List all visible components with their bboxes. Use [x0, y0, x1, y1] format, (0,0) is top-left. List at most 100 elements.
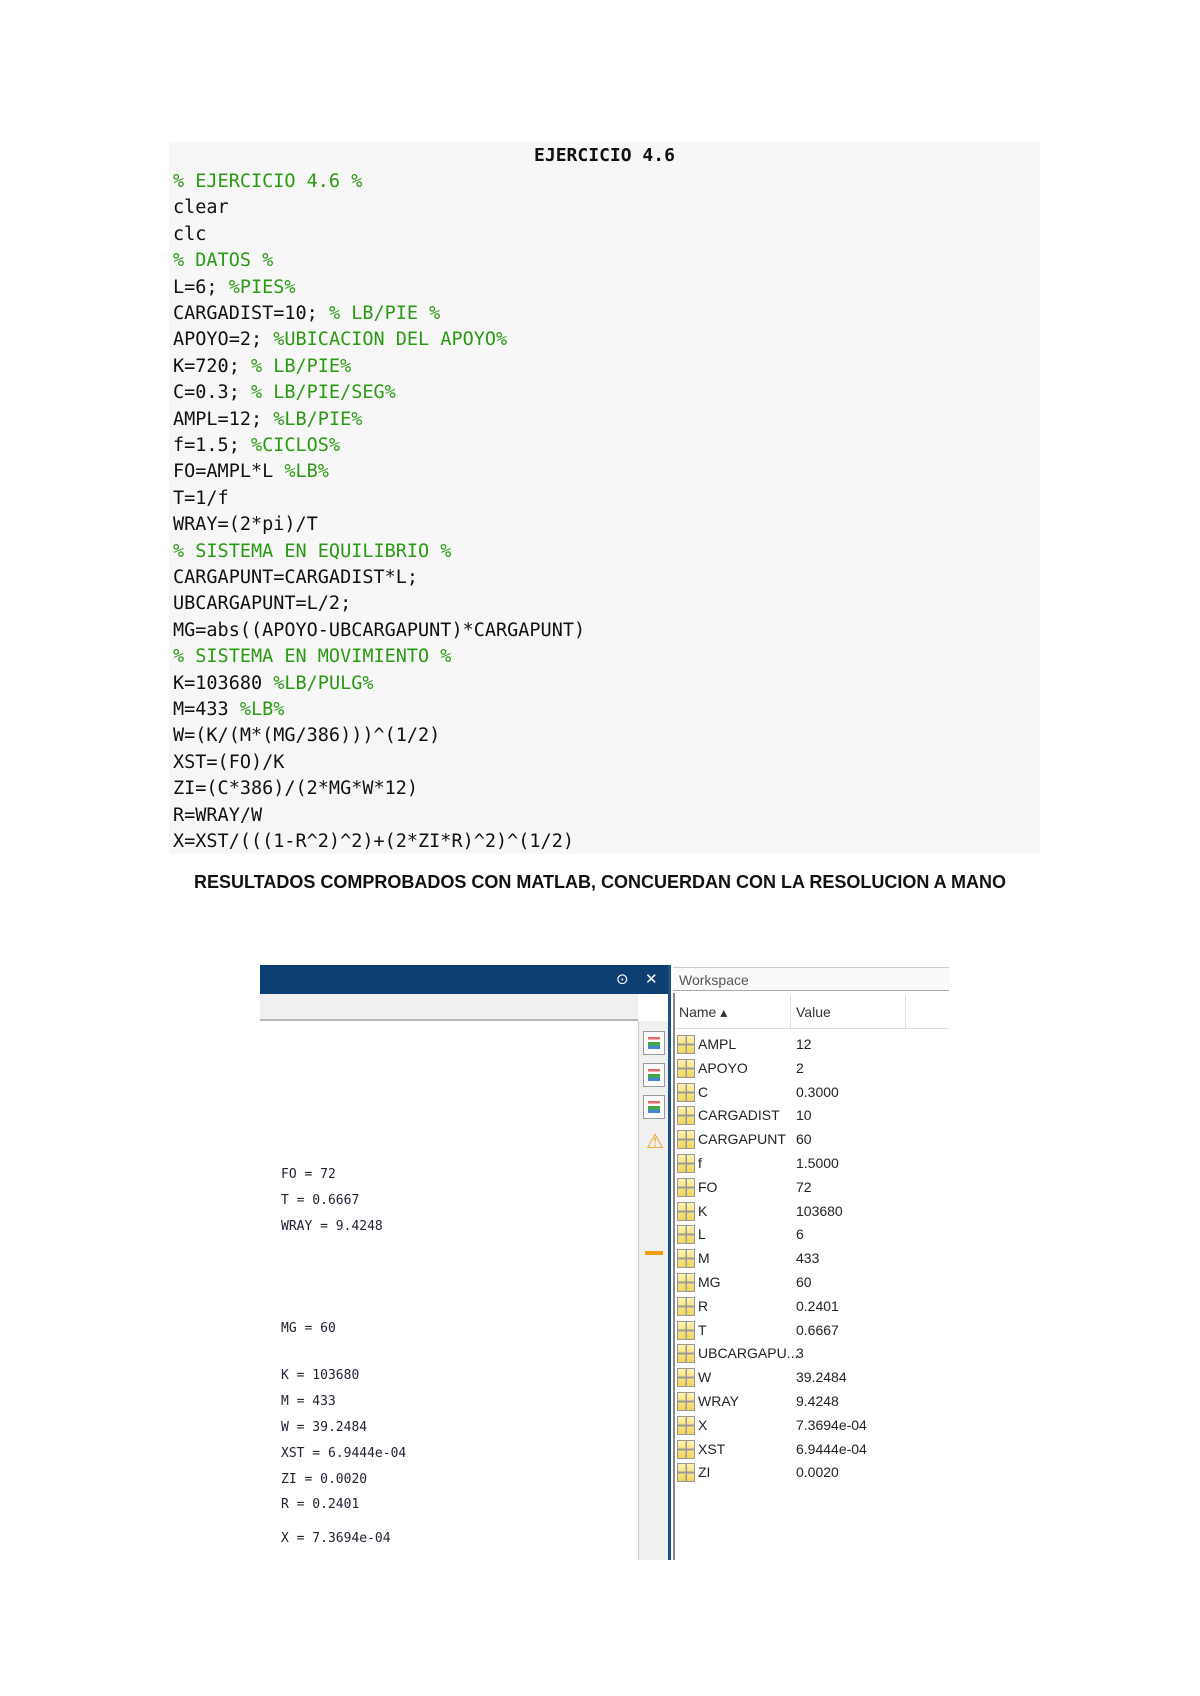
variable-value: 2 — [796, 1059, 804, 1076]
workspace-row[interactable]: M 433 — [675, 1247, 949, 1270]
code-text: M=433 — [173, 699, 240, 720]
variable-grid-icon — [677, 1249, 695, 1269]
variable-grid-icon — [677, 1463, 695, 1483]
code-line: K=720; % LB/PIE% — [173, 355, 351, 379]
code-line: M=433 %LB% — [173, 698, 284, 722]
variable-value: 72 — [796, 1178, 812, 1195]
code-comment: %UBICACION DEL APOYO% — [273, 329, 508, 351]
variable-value: 0.6667 — [796, 1321, 839, 1338]
code-comment: % EJERCICIO 4.6 % — [173, 171, 363, 192]
code-text: X=XST/(((1-R^2)^2)+(2*ZI*R)^2)^(1/2) — [173, 831, 574, 852]
variable-name: L — [698, 1226, 706, 1243]
variable-value: 0.3000 — [796, 1083, 839, 1100]
variable-name: T — [698, 1321, 707, 1338]
code-line: % EJERCICIO 4.6 % — [173, 170, 362, 194]
code-text: C=0.3; — [173, 382, 251, 404]
workspace-row[interactable]: R 0.2401 — [675, 1295, 949, 1318]
variable-grid-icon — [677, 1415, 695, 1435]
code-line: % SISTEMA EN MOVIMIENTO % — [173, 645, 451, 669]
code-line: T=1/f — [173, 487, 229, 511]
variable-grid-icon — [677, 1154, 695, 1173]
code-comment: %LB/PIE% — [273, 408, 363, 430]
workspace-header: Name ▴ Value — [675, 995, 949, 1029]
code-line: CARGAPUNT=CARGADIST*L; — [173, 566, 418, 590]
workspace-row[interactable]: AMPL 12 — [675, 1033, 949, 1056]
workspace-row[interactable]: T 0.6667 — [675, 1319, 949, 1342]
workspace-row[interactable]: K 103680 — [675, 1200, 949, 1223]
workspace-row[interactable]: MG 60 — [675, 1271, 949, 1294]
scroll-marker[interactable] — [645, 1251, 663, 1255]
variable-value: 60 — [796, 1274, 812, 1290]
workspace-row[interactable]: CARGAPUNT 60 — [675, 1128, 949, 1151]
console-output: R = 0.2401 — [281, 1497, 360, 1512]
workspace-row[interactable]: UBCARGAPU... 3 — [675, 1342, 949, 1365]
variable-value: 3 — [796, 1345, 804, 1362]
code-text: MG=abs((APOYO-UBCARGAPUNT)*CARGAPUNT) — [173, 619, 586, 641]
column-header-value[interactable]: Value — [796, 1004, 831, 1020]
code-comment: % SISTEMA EN EQUILIBRIO % — [173, 540, 452, 562]
column-header-name[interactable]: Name ▴ — [679, 1004, 727, 1021]
code-comment: % DATOS % — [173, 250, 274, 272]
chart-alt-icon[interactable] — [643, 1095, 665, 1119]
code-text: XST=(FO)/K — [173, 751, 285, 773]
code-text: f=1.5; — [173, 435, 251, 456]
workspace-row[interactable]: C 0.3000 — [675, 1081, 949, 1104]
workspace-row[interactable]: W 39.2484 — [675, 1366, 949, 1389]
workspace-row[interactable]: f 1.5000 — [675, 1152, 949, 1175]
variable-name: WRAY — [698, 1393, 739, 1409]
code-line: R=WRAY/W — [173, 804, 262, 828]
workspace-row[interactable]: ZI 0.0020 — [675, 1461, 949, 1484]
variable-value: 60 — [796, 1131, 812, 1148]
workspace-row[interactable]: X 7.3694e-04 — [675, 1414, 949, 1437]
variable-grid-icon — [677, 1439, 695, 1459]
warning-icon[interactable]: ⚠ — [646, 1129, 664, 1153]
workspace-row[interactable]: L6 — [675, 1223, 949, 1246]
variable-value: 433 — [796, 1250, 820, 1267]
variable-grid-icon — [677, 1344, 695, 1364]
variable-value: 6.9444e-04 — [796, 1440, 867, 1457]
code-line: AMPL=12; %LB/PIE% — [173, 408, 362, 432]
variable-name: R — [698, 1297, 709, 1314]
code-line: MG=abs((APOYO-UBCARGAPUNT)*CARGAPUNT) — [173, 619, 585, 643]
code-text: T=1/f — [173, 487, 229, 509]
code-text: FO=AMPL*L — [173, 461, 285, 483]
workspace-row[interactable]: CARGADIST 10 — [675, 1104, 949, 1127]
workspace-row[interactable]: FO 72 — [675, 1176, 949, 1199]
dropdown-menu-icon[interactable]: ⊙ — [616, 970, 629, 988]
document-page: EJERCICIO 4.6 % EJERCICIO 4.6 % clear clc%… — [0, 0, 1200, 1696]
close-icon[interactable]: ✕ — [645, 970, 658, 988]
console-output: M = 433 — [281, 1394, 336, 1409]
workspace-row[interactable]: XST 6.9444e-04 — [675, 1438, 949, 1461]
variable-grid-icon — [677, 1296, 695, 1316]
variable-name: AMPL — [698, 1036, 737, 1052]
variable-grid-icon — [677, 1130, 695, 1150]
variable-name: K — [698, 1202, 708, 1219]
variable-grid-icon — [677, 1106, 695, 1126]
variable-name: M — [698, 1250, 710, 1267]
console-output: T = 0.6667 — [281, 1193, 360, 1208]
command-window-titlebar: ⊙ ✕ — [260, 965, 671, 994]
variable-value: 103680 — [796, 1202, 843, 1219]
code-text: K=103680 — [173, 672, 274, 694]
workspace-row[interactable]: APOYO 2 — [675, 1057, 949, 1080]
variable-name: CARGADIST — [698, 1107, 780, 1124]
side-toolbar: ⚠ — [638, 1021, 669, 1560]
variable-grid-icon — [677, 1225, 695, 1245]
code-comment: % LB/PIE/SEG% — [250, 382, 396, 404]
layout-icon[interactable] — [643, 1031, 665, 1055]
console-output: MG = 60 — [281, 1321, 336, 1336]
code-comment: %LB/PULG% — [273, 672, 374, 694]
code-text: CARGAPUNT=CARGADIST*L; — [173, 567, 419, 588]
code-comment: %CICLOS% — [250, 435, 341, 456]
workspace-row[interactable]: WRAY 9.4248 — [675, 1390, 949, 1413]
panel-divider[interactable] — [668, 965, 671, 1560]
code-text: clear — [173, 197, 229, 219]
variable-grid-icon — [677, 1035, 695, 1054]
chart-icon[interactable] — [643, 1063, 665, 1087]
variable-value: 39.2484 — [796, 1369, 847, 1386]
variable-name: X — [698, 1416, 708, 1433]
code-line: W=(K/(M*(MG/386)))^(1/2) — [173, 724, 440, 748]
variable-grid-icon — [677, 1273, 695, 1292]
code-comment: %LB% — [284, 461, 329, 483]
variable-name: UBCARGAPU... — [698, 1345, 799, 1362]
